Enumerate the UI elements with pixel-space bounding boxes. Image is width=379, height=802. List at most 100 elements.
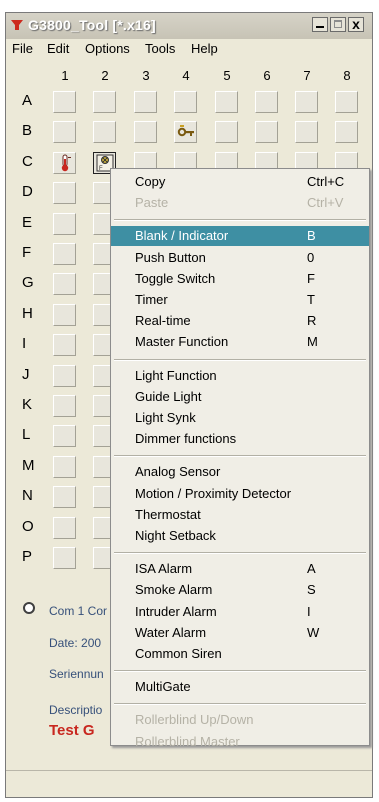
menu-file[interactable]: File — [12, 41, 33, 56]
menu-item-shortcut: A — [307, 561, 316, 577]
menu-item-real-time[interactable]: Real-time R — [111, 311, 369, 331]
grid-cell-F1[interactable] — [53, 243, 76, 265]
grid-cell-P1[interactable] — [53, 547, 76, 569]
thermometer-icon — [61, 154, 71, 171]
menu-separator — [114, 455, 366, 458]
grid-cell-B1[interactable] — [53, 121, 76, 144]
grid-cell-K1[interactable] — [53, 395, 76, 417]
menu-item-water-alarm[interactable]: Water Alarm W — [111, 623, 369, 643]
grid-cell-A6[interactable] — [255, 91, 278, 113]
grid-cell-D1[interactable] — [53, 182, 76, 205]
menu-item-shortcut: Ctrl+V — [307, 195, 344, 211]
menu-item-timer[interactable]: Timer T — [111, 290, 369, 310]
grid-cell-A4[interactable] — [174, 91, 197, 113]
menu-edit[interactable]: Edit — [47, 41, 69, 56]
grid-cell-O1[interactable] — [53, 516, 76, 539]
row-header-M: M — [22, 456, 35, 474]
menu-item-rollerblind-up-down: Rollerblind Up/Down — [111, 710, 369, 730]
menu-tools[interactable]: Tools — [145, 41, 175, 56]
grid-cell-J1[interactable] — [53, 364, 76, 387]
close-icon: x — [352, 16, 360, 32]
grid-cell-B4[interactable] — [174, 121, 197, 144]
grid-cell-A3[interactable] — [134, 91, 157, 113]
menu-item-master-function[interactable]: Master Function M — [111, 332, 369, 352]
grid-cell-H1[interactable] — [53, 303, 76, 326]
menu-separator — [114, 552, 366, 555]
grid-cell-A2[interactable] — [93, 91, 116, 113]
close-button[interactable]: x — [348, 16, 364, 32]
menu-bar: File Edit Options Tools Help — [6, 39, 372, 59]
menu-item-shortcut: 0 — [307, 249, 315, 265]
menu-item-dimmer-functions[interactable]: Dimmer functions — [111, 429, 369, 449]
grid-cell-A1[interactable] — [53, 91, 76, 113]
row-header-N: N — [22, 487, 33, 505]
maximize-button[interactable] — [330, 17, 346, 32]
menu-help[interactable]: Help — [191, 41, 218, 56]
grid-cell-B6[interactable] — [255, 121, 278, 144]
menu-item-motion-proximity-detector[interactable]: Motion / Proximity Detector — [111, 484, 369, 504]
column-header-6: 6 — [263, 68, 271, 83]
menu-item-night-setback[interactable]: Night Setback — [111, 526, 369, 546]
grid-cell-B3[interactable] — [134, 121, 157, 144]
menu-item-guide-light[interactable]: Guide Light — [111, 387, 369, 407]
menu-item-push-button[interactable]: Push Button 0 — [111, 248, 369, 268]
minimize-icon — [316, 26, 324, 28]
grid-cell-B8[interactable] — [335, 121, 358, 144]
column-header-7: 7 — [303, 68, 311, 83]
grid-cell-E1[interactable] — [53, 212, 76, 235]
grid-cell-B7[interactable] — [295, 121, 318, 144]
row-header-H: H — [22, 304, 33, 322]
menu-item-label: Thermostat — [135, 506, 201, 522]
menu-item-toggle-switch[interactable]: Toggle Switch F — [111, 269, 369, 289]
menu-item-label: Light Function — [135, 367, 217, 383]
row-header-K: K — [22, 396, 33, 413]
menu-item-light-synk[interactable]: Light Synk — [111, 408, 369, 428]
description-value: Test G — [49, 722, 95, 739]
grid-cell-A8[interactable] — [335, 91, 358, 113]
menu-item-label: Timer — [135, 292, 168, 307]
grid-cell-L1[interactable] — [53, 425, 76, 448]
grid-cell-B2[interactable] — [93, 121, 116, 144]
menu-item-common-siren[interactable]: Common Siren — [111, 644, 369, 664]
menu-item-label: Dimmer functions — [135, 431, 237, 447]
menu-item-copy[interactable]: Copy Ctrl+C — [111, 172, 369, 192]
menu-item-light-function[interactable]: Light Function — [111, 366, 369, 386]
com-port-radio[interactable] — [23, 602, 35, 614]
grid-cell-I1[interactable] — [53, 334, 76, 357]
menu-item-multigate[interactable]: MultiGate — [111, 677, 369, 697]
menu-item-label: Rollerblind Up/Down — [135, 712, 254, 728]
row-header-J: J — [22, 365, 30, 383]
grid-cell-A7[interactable] — [295, 91, 318, 113]
menu-item-analog-sensor[interactable]: Analog Sensor — [111, 462, 369, 482]
menu-item-label: Real-time — [135, 313, 191, 329]
menu-item-thermostat[interactable]: Thermostat — [111, 505, 369, 525]
menu-item-smoke-alarm[interactable]: Smoke Alarm S — [111, 580, 369, 600]
row-header-O: O — [22, 517, 34, 535]
menu-item-label: Guide Light — [135, 388, 202, 404]
menu-item-intruder-alarm[interactable]: Intruder Alarm I — [111, 602, 369, 622]
menu-item-shortcut: S — [307, 582, 316, 598]
grid-cell-A5[interactable] — [215, 91, 238, 113]
menu-options[interactable]: Options — [85, 41, 130, 56]
grid-cell-G1[interactable] — [53, 273, 76, 296]
svg-text:F: F — [99, 166, 103, 172]
app-icon — [11, 20, 23, 30]
serial-number-label: Seriennun — [49, 667, 104, 681]
title-bar[interactable]: G3800_Tool [*.x16] x — [6, 13, 372, 39]
menu-item-label: Blank / Indicator — [135, 228, 229, 244]
menu-item-shortcut: W — [307, 624, 320, 640]
row-header-L: L — [22, 426, 31, 444]
menu-item-blank-indicator[interactable]: Blank / Indicator B — [111, 226, 369, 247]
grid-cell-N1[interactable] — [53, 486, 76, 509]
menu-item-label: ISA Alarm — [135, 561, 193, 577]
row-header-B: B — [22, 122, 33, 140]
grid-cell-M1[interactable] — [53, 455, 76, 478]
minimize-button[interactable] — [312, 17, 328, 32]
menu-item-isa-alarm[interactable]: ISA Alarm A — [111, 559, 369, 579]
row-header-I: I — [22, 335, 27, 353]
menu-item-label: Water Alarm — [135, 624, 207, 640]
grid-cell-C1[interactable] — [53, 151, 76, 174]
column-header-2: 2 — [101, 68, 109, 83]
grid-cell-B5[interactable] — [215, 121, 238, 144]
menu-item-label: Master Function — [135, 334, 229, 350]
